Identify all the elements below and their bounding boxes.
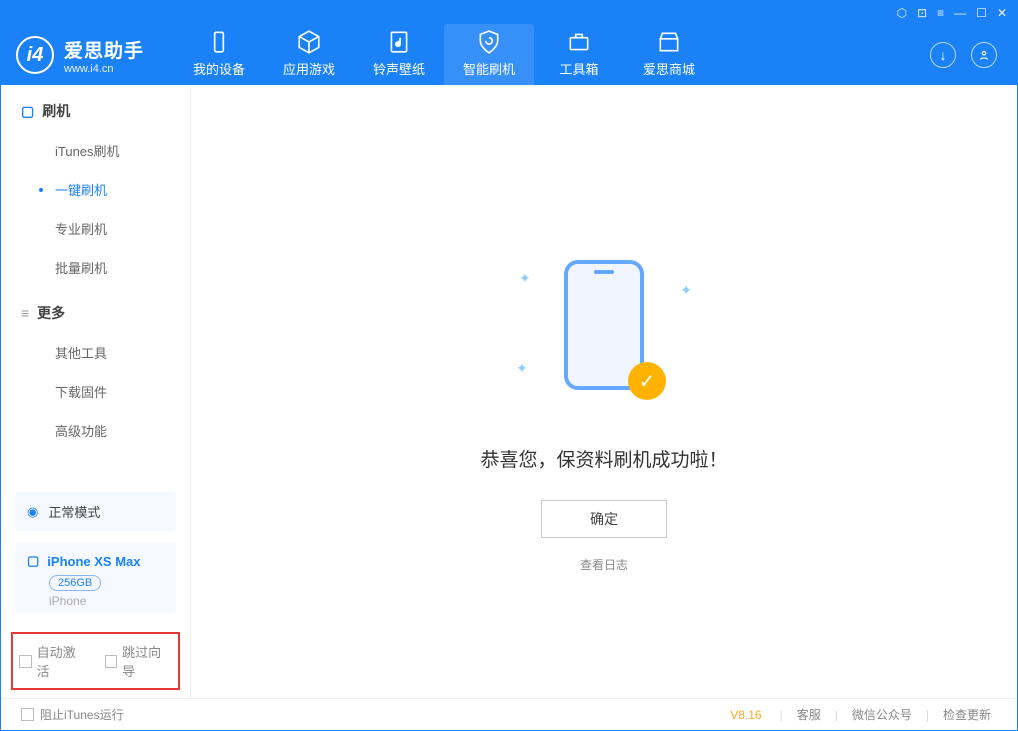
device-type: iPhone (49, 594, 164, 608)
nav-my-device[interactable]: 我的设备 (174, 24, 264, 86)
mode-card[interactable]: ◉ 正常模式 (15, 492, 176, 531)
mode-label: 正常模式 (48, 502, 100, 521)
block-itunes-checkbox[interactable]: 阻止iTunes运行 (21, 706, 124, 723)
feedback-icon[interactable]: ⊡ (917, 6, 927, 20)
list-icon: ≡ (21, 305, 29, 321)
cube-icon (296, 29, 322, 55)
sidebar-section-flash: ▢ 刷机 (1, 85, 190, 131)
sidebar-section-more: ≡ 更多 (1, 287, 190, 333)
view-log-link[interactable]: 查看日志 (580, 556, 628, 573)
nav-ringtones-wallpapers[interactable]: 铃声壁纸 (354, 24, 444, 86)
nav-label: 爱思商城 (643, 62, 695, 77)
phone-icon: ▢ (21, 103, 34, 120)
tshirt-icon[interactable]: ⬡ (897, 6, 907, 20)
sidebar-item-pro-flash[interactable]: 专业刷机 (1, 209, 190, 248)
sidebar-item-batch-flash[interactable]: 批量刷机 (1, 248, 190, 287)
menu-icon[interactable]: ≡ (937, 6, 944, 20)
nav-label: 应用游戏 (283, 62, 335, 77)
footer: 阻止iTunes运行 V8.16 | 客服 | 微信公众号 | 检查更新 (1, 698, 1017, 730)
highlighted-options: 自动激活 跳过向导 (11, 632, 180, 690)
sparkle-icon: ✦ (519, 270, 531, 287)
titlebar: ⬡ ⊡ ≡ — ☐ ✕ (1, 1, 1017, 25)
device-storage-badge: 256GB (49, 575, 101, 591)
sidebar-item-download-firmware[interactable]: 下载固件 (1, 372, 190, 411)
download-icon[interactable]: ↓ (930, 42, 956, 68)
sidebar-item-advanced[interactable]: 高级功能 (1, 411, 190, 450)
checkbox-label: 阻止iTunes运行 (40, 706, 124, 723)
check-icon: ✓ (628, 362, 666, 400)
shield-refresh-icon (476, 29, 502, 55)
nav-smart-flash[interactable]: 智能刷机 (444, 24, 534, 86)
checkbox-icon (105, 655, 118, 668)
device-name: iPhone XS Max (47, 554, 140, 569)
close-icon[interactable]: ✕ (997, 6, 1007, 20)
checkbox-icon (21, 708, 34, 721)
toolbox-icon (566, 29, 592, 55)
version-label: V8.16 (730, 708, 761, 722)
device-phone-icon: ▢ (27, 553, 39, 569)
sparkle-icon: ✦ (516, 360, 528, 377)
nav: 我的设备 应用游戏 铃声壁纸 智能刷机 工具箱 爱思商城 (174, 24, 714, 86)
checkbox-icon (19, 655, 32, 668)
success-message: 恭喜您，保资料刷机成功啦！ (480, 445, 727, 472)
separator: | (835, 708, 838, 722)
sidebar-item-oneclick-flash[interactable]: 一键刷机 (1, 170, 190, 209)
brand-name: 爱思助手 (64, 36, 144, 63)
nav-toolbox[interactable]: 工具箱 (534, 24, 624, 86)
music-file-icon (386, 29, 412, 55)
user-icon[interactable] (971, 42, 997, 68)
maximize-icon[interactable]: ☐ (976, 6, 987, 20)
checkbox-label: 自动激活 (37, 642, 87, 680)
nav-apps-games[interactable]: 应用游戏 (264, 24, 354, 86)
nav-label: 智能刷机 (463, 62, 515, 77)
device-card[interactable]: ▢ iPhone XS Max 256GB iPhone (15, 543, 176, 614)
sidebar: ▢ 刷机 iTunes刷机 一键刷机 专业刷机 批量刷机 ≡ 更多 其他工具 下… (1, 85, 191, 698)
brand-url: www.i4.cn (64, 63, 144, 75)
nav-label: 我的设备 (193, 62, 245, 77)
main-content: ✦ ✦ ✦ ✓ 恭喜您，保资料刷机成功啦！ 确定 查看日志 (191, 85, 1017, 698)
separator: | (926, 708, 929, 722)
check-update-link[interactable]: 检查更新 (937, 706, 997, 723)
header: i4 爱思助手 www.i4.cn 我的设备 应用游戏 铃声壁纸 智能刷机 (1, 25, 1017, 85)
auto-activate-checkbox[interactable]: 自动激活 (19, 642, 87, 680)
logo-icon: i4 (16, 36, 54, 74)
sidebar-item-itunes-flash[interactable]: iTunes刷机 (1, 131, 190, 170)
wechat-link[interactable]: 微信公众号 (846, 706, 918, 723)
ok-button[interactable]: 确定 (541, 500, 667, 538)
minimize-icon[interactable]: — (954, 6, 966, 20)
section-title: 更多 (37, 303, 65, 323)
success-graphic: ✦ ✦ ✦ ✓ (524, 260, 684, 420)
separator: | (780, 708, 783, 722)
nav-label: 铃声壁纸 (373, 62, 425, 77)
nav-label: 工具箱 (560, 62, 599, 77)
customer-service-link[interactable]: 客服 (791, 706, 827, 723)
nav-store[interactable]: 爱思商城 (624, 24, 714, 86)
section-title: 刷机 (42, 101, 70, 121)
device-icon (206, 29, 232, 55)
logo: i4 爱思助手 www.i4.cn (16, 36, 144, 75)
sparkle-icon: ✦ (680, 282, 692, 299)
skip-guide-checkbox[interactable]: 跳过向导 (105, 642, 173, 680)
mode-icon: ◉ (27, 504, 38, 520)
checkbox-label: 跳过向导 (122, 642, 172, 680)
shop-icon (656, 29, 682, 55)
sidebar-item-other-tools[interactable]: 其他工具 (1, 333, 190, 372)
